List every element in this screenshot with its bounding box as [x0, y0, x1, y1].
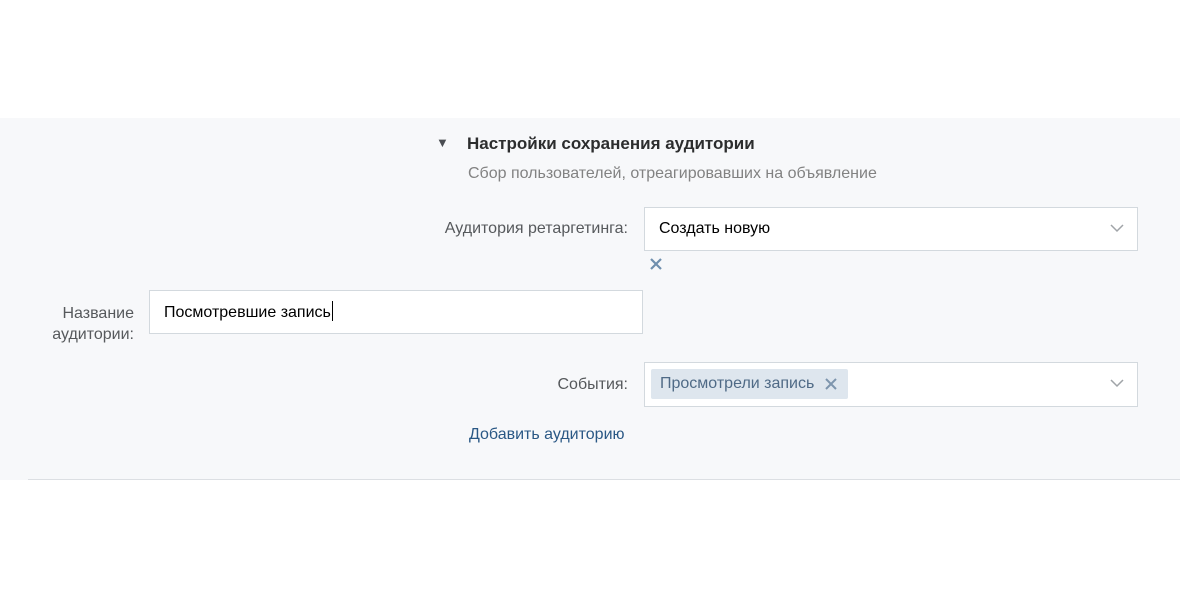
retargeting-audience-select[interactable]: Создать новую	[644, 207, 1138, 251]
triangle-down-icon[interactable]: ▼	[436, 134, 450, 152]
event-token-label: Просмотрели запись	[660, 375, 815, 392]
audience-name-label-line2: аудитории:	[52, 326, 134, 343]
events-label: События:	[557, 376, 629, 393]
events-select[interactable]: Просмотрели запись	[644, 362, 1138, 407]
retargeting-audience-label: Аудитория ретаргетинга:	[444, 220, 628, 237]
audience-name-input[interactable]: Посмотревшие запись	[149, 290, 643, 334]
audience-name-value: Посмотревшие запись	[164, 304, 331, 321]
event-token: Просмотрели запись	[651, 369, 849, 399]
panel-divider	[28, 479, 1180, 480]
audience-name-label-line1: Название	[62, 305, 135, 322]
text-caret	[331, 301, 333, 321]
section-subtitle: Сбор пользователей, отреагировавших на о…	[468, 165, 877, 182]
add-audience-link[interactable]: Добавить аудиторию	[469, 424, 625, 446]
close-icon[interactable]	[824, 377, 838, 391]
chevron-down-icon	[1110, 379, 1124, 388]
close-icon[interactable]	[647, 255, 665, 273]
section-title[interactable]: Настройки сохранения аудитории	[467, 132, 755, 156]
retargeting-audience-value: Создать новую	[659, 220, 771, 237]
chevron-down-icon	[1110, 224, 1124, 233]
